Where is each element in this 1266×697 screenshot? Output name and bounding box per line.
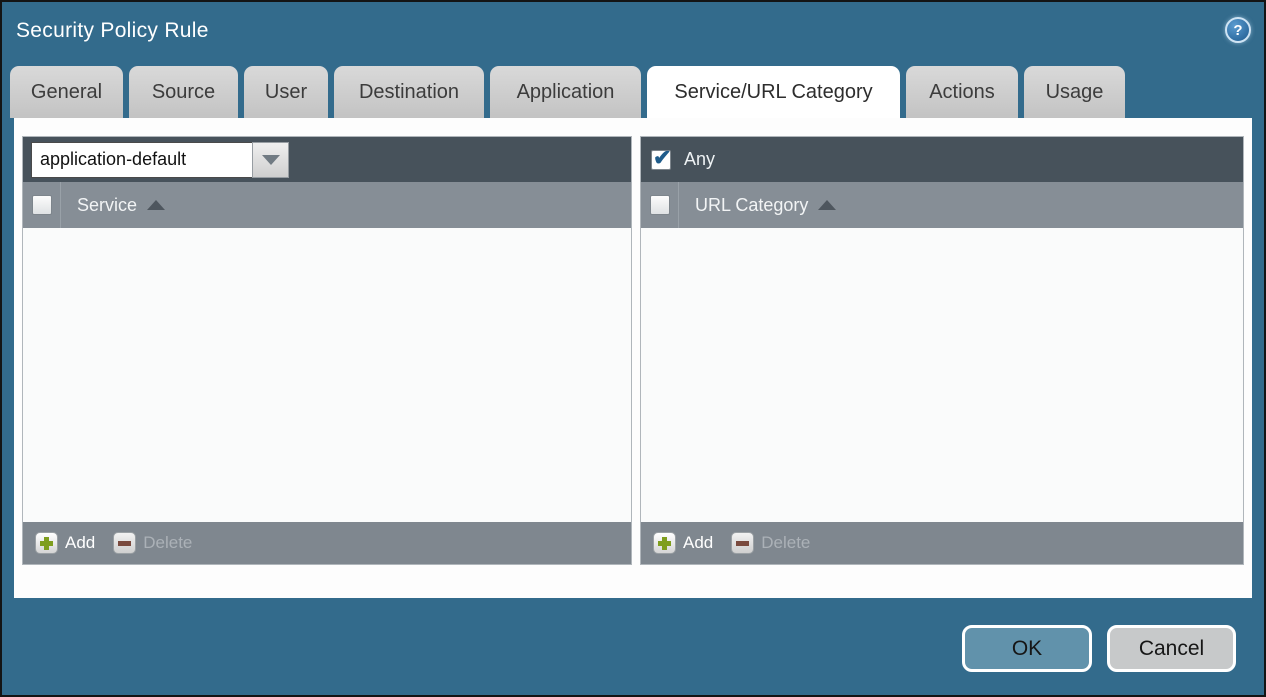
service-column-header-row: Service [23, 182, 631, 228]
any-checkbox[interactable]: ✔ [651, 150, 671, 170]
url-category-toolbar: ✔ Any [641, 137, 1243, 182]
tab-service-url-category[interactable]: Service/URL Category [647, 66, 900, 118]
url-category-column-header-row: URL Category [641, 182, 1243, 228]
any-row: ✔ Any [649, 149, 715, 170]
minus-icon [113, 532, 136, 554]
url-category-list [641, 228, 1243, 522]
tab-bar: General Source User Destination Applicat… [10, 66, 1125, 118]
cancel-button[interactable]: Cancel [1107, 625, 1236, 672]
url-category-select-all-cell [641, 182, 679, 228]
service-panel: Service Add Delete [22, 136, 632, 565]
service-column-header[interactable]: Service [61, 195, 165, 216]
url-category-select-all-checkbox[interactable] [650, 195, 670, 215]
dialog-title: Security Policy Rule [16, 19, 209, 43]
ok-button[interactable]: OK [962, 625, 1092, 672]
chevron-down-icon [262, 155, 280, 165]
tab-application[interactable]: Application [490, 66, 641, 118]
plus-icon [35, 532, 58, 554]
dialog-body: Service Add Delete [14, 118, 1252, 598]
security-policy-rule-dialog: Security Policy Rule ? General Source Us… [0, 0, 1266, 697]
url-category-add-button[interactable]: Add [653, 532, 713, 554]
service-toolbar [23, 137, 631, 182]
tab-usage[interactable]: Usage [1024, 66, 1125, 118]
delete-button-label: Delete [143, 533, 192, 553]
service-type-dropdown-button[interactable] [252, 142, 289, 178]
service-type-input[interactable] [31, 142, 252, 178]
url-category-footer: Add Delete [641, 522, 1243, 564]
add-button-label: Add [65, 533, 95, 553]
minus-icon [731, 532, 754, 554]
check-icon: ✔ [653, 145, 671, 171]
help-icon[interactable]: ? [1225, 17, 1251, 43]
service-type-dropdown[interactable] [31, 142, 289, 178]
service-delete-button[interactable]: Delete [113, 532, 192, 554]
tab-actions[interactable]: Actions [906, 66, 1018, 118]
add-button-label: Add [683, 533, 713, 553]
service-list [23, 228, 631, 522]
tab-destination[interactable]: Destination [334, 66, 484, 118]
tab-user[interactable]: User [244, 66, 328, 118]
plus-icon [653, 532, 676, 554]
any-label: Any [684, 149, 715, 170]
tab-source[interactable]: Source [129, 66, 238, 118]
service-footer: Add Delete [23, 522, 631, 564]
tab-general[interactable]: General [10, 66, 123, 118]
sort-ascending-icon [818, 200, 836, 210]
url-category-delete-button[interactable]: Delete [731, 532, 810, 554]
service-select-all-cell [23, 182, 61, 228]
service-select-all-checkbox[interactable] [32, 195, 52, 215]
url-category-column-label: URL Category [695, 195, 808, 216]
service-add-button[interactable]: Add [35, 532, 95, 554]
delete-button-label: Delete [761, 533, 810, 553]
sort-ascending-icon [147, 200, 165, 210]
url-category-column-header[interactable]: URL Category [679, 195, 836, 216]
url-category-panel: ✔ Any URL Category Add [640, 136, 1244, 565]
service-column-label: Service [77, 195, 137, 216]
